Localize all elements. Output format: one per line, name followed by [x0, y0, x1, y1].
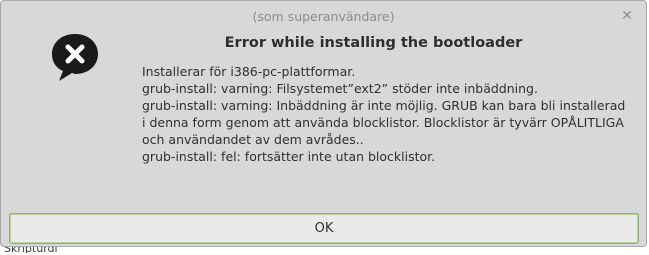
message-line: grub-install: varning: Filsystemet”ext2”… [142, 81, 538, 96]
message-line: grub-install: varning: Inbäddning är int… [142, 98, 626, 113]
close-icon[interactable]: ✕ [620, 7, 634, 25]
window-title: (som superanvändare) [252, 9, 395, 24]
error-dialog: (som superanvändare) ✕ Error while insta… [0, 0, 647, 247]
titlebar: (som superanvändare) ✕ [1, 1, 646, 27]
message-line: och användandet av dem avrådes.. [142, 132, 364, 147]
dialog-message: Installerar för i386-pc-plattformar. gru… [142, 63, 626, 165]
ok-button[interactable]: OK [9, 213, 639, 244]
dialog-heading: Error while installing the bootloader [224, 35, 523, 51]
message-line: grub-install: fel: fortsätter inte utan … [142, 149, 436, 164]
message-line: Installerar för i386-pc-plattformar. [142, 64, 356, 79]
message-line: i denna form genom att använda blocklist… [142, 115, 624, 130]
error-icon [52, 34, 98, 81]
